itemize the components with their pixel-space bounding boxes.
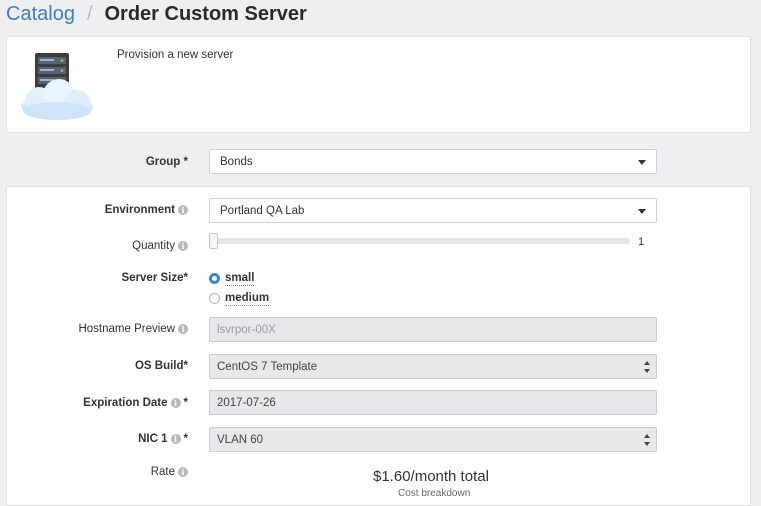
expiration-date-value: 2017-07-26 [217,396,276,409]
select-arrows-icon [644,434,650,446]
form-panel [6,186,751,506]
server-size-small-label[interactable]: small [225,272,255,286]
environment-label: Environment i [6,201,188,219]
environment-select[interactable]: Portland QA Lab [209,198,657,223]
caret-down-icon [638,209,646,214]
info-icon[interactable]: i [178,241,188,251]
info-icon[interactable]: i [178,205,188,215]
service-description: Provision a new server [117,49,234,61]
quantity-label-text: Quantity [132,240,175,252]
rate-label: Rate i [6,463,188,481]
quantity-slider-track[interactable] [210,238,630,244]
group-select-value: Bonds [220,155,253,168]
required-marker: * [183,397,188,409]
breadcrumb-catalog-link[interactable]: Catalog [6,3,75,26]
server-size-label: Server Size* [6,269,189,287]
expiration-date-label-text: Expiration Date [83,397,168,409]
info-icon[interactable]: i [178,467,188,477]
quantity-slider-handle[interactable] [209,233,218,249]
server-cloud-icon [21,53,93,120]
breadcrumb-separator: / [86,2,93,25]
server-size-small-radio[interactable] [209,273,220,284]
group-label-text: Group * [145,156,188,168]
server-size-medium-label[interactable]: medium [225,292,270,306]
hostname-preview-field: lsvrpor-00X [209,317,657,342]
info-icon[interactable]: i [170,434,181,444]
service-header-card: Provision a new server [6,36,751,133]
group-select[interactable]: Bonds [209,149,657,174]
nic1-select[interactable]: VLAN 60 [209,427,657,452]
server-size-medium-radio[interactable] [209,293,220,304]
expiration-date-label: Expiration Date i * [6,394,188,412]
environment-label-text: Environment [104,204,175,216]
os-build-label-text: OS Build* [134,360,188,372]
os-build-select[interactable]: CentOS 7 Template [209,354,657,379]
caret-down-icon [638,160,646,165]
os-build-label: OS Build* [6,357,188,375]
hostname-preview-label: Hostname Preview i [6,320,188,338]
breadcrumb: Catalog / Order Custom Server [6,0,307,28]
required-marker: * [183,433,188,445]
hostname-preview-placeholder: lsvrpor-00X [217,323,276,336]
quantity-value: 1 [638,236,645,248]
info-icon[interactable]: i [170,398,181,408]
hostname-preview-label-text: Hostname Preview [78,323,175,335]
info-icon[interactable]: i [178,324,188,334]
nic1-select-value: VLAN 60 [217,433,264,446]
os-build-select-value: CentOS 7 Template [217,360,318,373]
environment-select-value: Portland QA Lab [220,204,305,217]
nic1-label-text: NIC 1 [138,433,168,445]
page-title: Order Custom Server [104,2,307,25]
rate-total: $1.60/month total [373,468,489,485]
select-arrows-icon [644,361,650,373]
expiration-date-input[interactable]: 2017-07-26 [209,390,657,415]
quantity-label: Quantity i [6,237,188,255]
nic1-label: NIC 1 i * [6,430,188,448]
server-size-label-text: Server Size* [121,272,189,284]
rate-label-text: Rate [150,466,175,478]
group-label: Group * [6,153,188,171]
